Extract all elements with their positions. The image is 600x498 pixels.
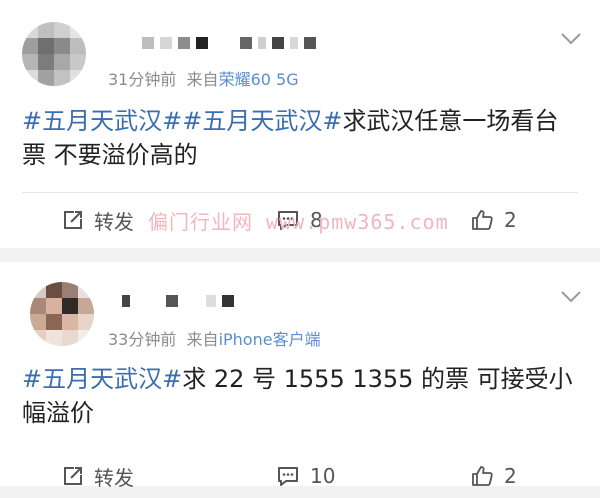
repost-label: 转发 — [94, 209, 134, 234]
source-prefix: 来自 — [186, 330, 219, 349]
hashtag[interactable]: #五月天武汉# — [182, 107, 342, 135]
source-prefix: 来自 — [186, 70, 219, 89]
comment-icon — [278, 467, 298, 486]
repost-button[interactable]: 转发 — [62, 454, 134, 498]
feed-post-1[interactable]: 31分钟前 来自荣耀60 5G #五月天武汉##五月天武汉#求武汉任意一场看台票… — [0, 0, 600, 248]
divider — [22, 192, 578, 193]
chevron-down-icon[interactable] — [560, 290, 582, 304]
post-text: #五月天武汉#求 22 号 1555 1355 的票 可接受小幅溢价 — [22, 362, 582, 430]
avatar[interactable] — [30, 282, 94, 346]
username[interactable] — [142, 36, 316, 50]
repost-icon — [64, 467, 82, 485]
repost-label: 转发 — [94, 465, 134, 490]
post-source[interactable]: iPhone客户端 — [219, 330, 321, 349]
post-meta: 31分钟前 来自荣耀60 5G — [108, 66, 299, 90]
repost-button[interactable]: 转发 — [62, 198, 134, 242]
post-text: #五月天武汉##五月天武汉#求武汉任意一场看台票 不要溢价高的 — [22, 104, 582, 172]
post-meta: 33分钟前 来自iPhone客户端 — [108, 326, 321, 350]
avatar[interactable] — [22, 22, 86, 86]
like-icon — [472, 466, 493, 486]
like-count: 2 — [504, 208, 517, 232]
comment-count: 10 — [310, 464, 336, 488]
hashtag[interactable]: #五月天武汉# — [22, 107, 182, 135]
post-source[interactable]: 荣耀60 5G — [219, 70, 299, 89]
like-count: 2 — [504, 464, 517, 488]
post-actions: 转发 10 2 — [0, 454, 600, 498]
like-button[interactable]: 2 — [470, 454, 517, 498]
repost-icon — [64, 211, 82, 229]
like-button[interactable]: 2 — [470, 198, 517, 242]
username[interactable] — [122, 294, 234, 308]
chevron-down-icon[interactable] — [560, 32, 582, 46]
post-time: 33分钟前 — [108, 330, 177, 349]
hashtag[interactable]: #五月天武汉# — [22, 365, 182, 393]
post-time: 31分钟前 — [108, 70, 177, 89]
comment-button[interactable]: 10 — [276, 454, 335, 498]
like-icon — [472, 210, 493, 230]
watermark: 偏门行业网 www.pmw365.com — [148, 210, 449, 234]
